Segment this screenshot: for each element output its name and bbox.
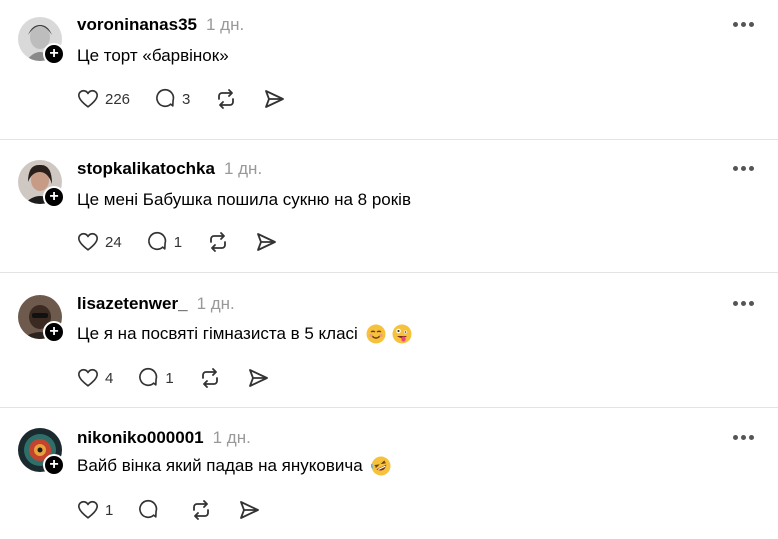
post-actions: 4 1 [77,366,294,390]
comment-icon [156,89,175,108]
repost-icon [193,500,210,520]
post-text: Це мені Бабушка пошила сукню на 8 років [77,190,411,210]
plus-icon[interactable]: + [43,43,65,65]
zany-face-emoji [392,324,412,344]
repost-icon [218,89,235,109]
more-icon[interactable] [733,435,754,440]
avatar-wrap[interactable]: + [18,160,65,208]
like-count: 4 [105,369,114,387]
avatar-wrap[interactable]: + [18,295,65,343]
heart-icon [78,232,98,251]
more-icon[interactable] [733,166,754,171]
like-button[interactable]: 24 [77,231,122,253]
like-button[interactable]: 1 [77,499,113,521]
share-button[interactable] [262,87,286,111]
comment-icon [147,232,166,251]
post-3: + lisazetenwer_ 1 дн. Це я на посвяті гі… [0,273,778,408]
comment-icon [139,500,158,519]
timestamp[interactable]: 1 дн. [224,159,262,179]
more-icon[interactable] [733,22,754,27]
reply-button[interactable] [137,499,165,521]
share-button[interactable] [254,230,278,254]
plus-icon[interactable]: + [43,454,65,476]
post-actions: 226 3 [77,87,310,111]
post-text: Вайб вінка який падав на януковича [77,456,391,476]
reply-button[interactable]: 1 [137,367,174,389]
post-text-content: Це торт «барвінок» [77,46,229,65]
share-icon [265,90,285,108]
reply-button[interactable]: 1 [146,231,182,253]
comment-icon [139,368,158,387]
heart-icon [78,500,98,519]
plus-icon[interactable]: + [43,321,65,343]
post-text-content: Вайб вінка який падав на януковича [77,456,363,475]
more-icon[interactable] [733,301,754,306]
username[interactable]: stopkalikatochka [77,159,215,179]
share-button[interactable] [237,498,261,522]
timestamp[interactable]: 1 дн. [213,428,251,448]
avatar-wrap[interactable]: + [18,428,65,476]
avatar-wrap[interactable]: + [18,17,65,65]
post-actions: 24 1 [77,230,302,254]
share-icon [240,501,260,519]
like-button[interactable]: 4 [77,367,113,389]
post-header: nikoniko000001 1 дн. [77,428,251,448]
username[interactable]: voroninanas35 [77,15,197,35]
username[interactable]: nikoniko000001 [77,428,204,448]
username[interactable]: lisazetenwer_ [77,294,188,314]
plus-icon[interactable]: + [43,186,65,208]
repost-button[interactable] [206,230,230,254]
post-text-content: Це мені Бабушка пошила сукню на 8 років [77,190,411,209]
reply-button[interactable]: 3 [154,88,190,110]
reply-count: 1 [165,369,174,387]
like-button[interactable]: 226 [77,88,130,110]
repost-button[interactable] [189,498,213,522]
timestamp[interactable]: 1 дн. [197,294,235,314]
heart-icon [78,89,98,108]
like-count: 226 [105,90,131,108]
repost-button[interactable] [198,366,222,390]
post-header: voroninanas35 1 дн. [77,15,244,35]
reply-count: 1 [173,233,183,251]
like-count: 1 [105,501,114,519]
post-text: Це торт «барвінок» [77,46,229,66]
share-icon [248,369,268,387]
post-1: + voroninanas35 1 дн. Це торт «барвінок»… [0,0,778,140]
timestamp[interactable]: 1 дн. [206,15,244,35]
share-icon [257,233,276,251]
share-button[interactable] [246,366,270,390]
heart-icon [78,368,98,387]
post-actions: 1 [77,498,285,522]
smiling-blush-emoji [366,324,386,344]
post-4: + nikoniko000001 1 дн. Вайб вінка який п… [0,408,778,539]
reply-count: 3 [182,90,191,108]
post-text: Це я на посвяті гімназиста в 5 класі [77,324,412,344]
post-header: lisazetenwer_ 1 дн. [77,294,235,314]
like-count: 24 [105,233,122,251]
repost-icon [201,368,218,388]
repost-icon [210,232,226,252]
post-2: + stopkalikatochka 1 дн. Це мені Бабушка… [0,140,778,273]
post-header: stopkalikatochka 1 дн. [77,159,262,179]
post-text-content: Це я на посвяті гімназиста в 5 класі [77,324,358,343]
rolling-laughing-emoji [370,456,391,476]
repost-button[interactable] [214,87,238,111]
